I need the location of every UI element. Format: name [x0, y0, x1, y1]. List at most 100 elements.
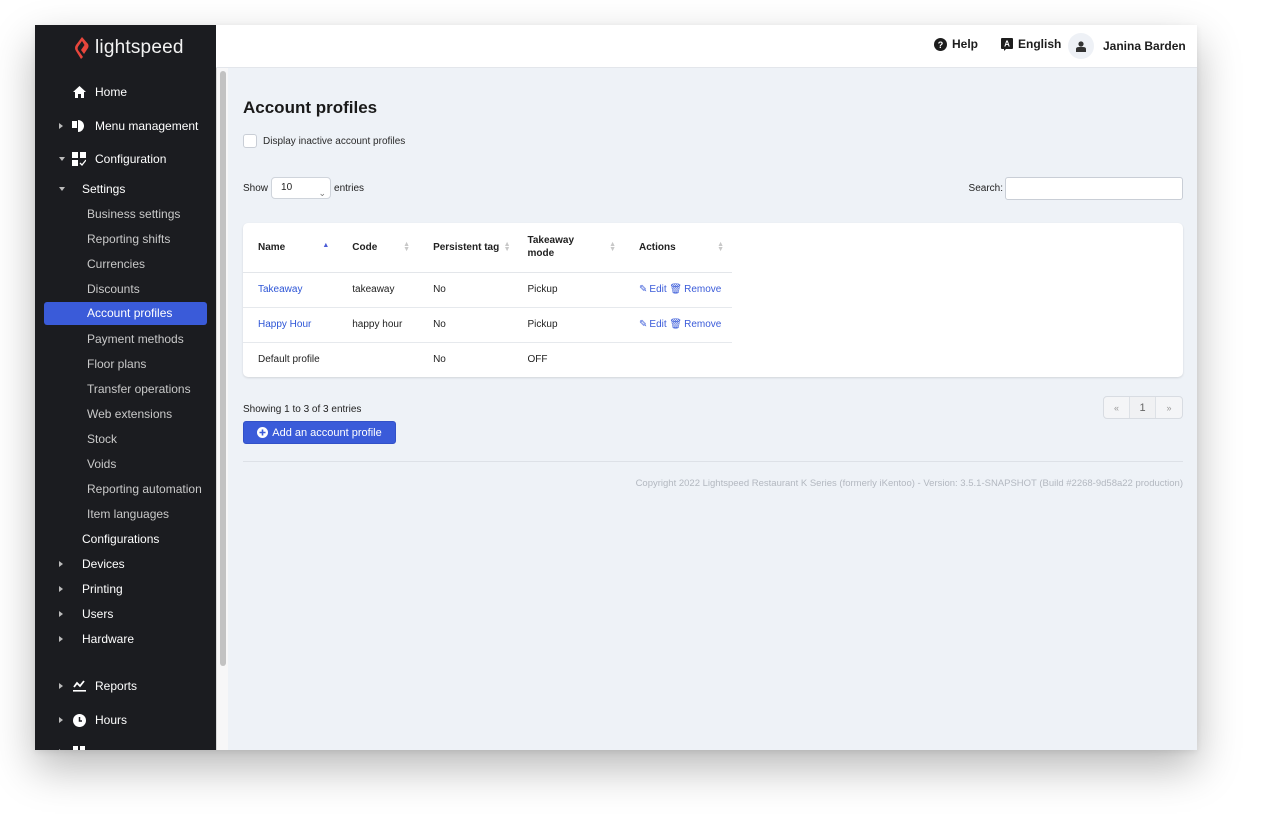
column-label: Code	[352, 241, 378, 253]
caret-right-icon	[59, 749, 63, 750]
sidebar-item-transfer-operations[interactable]: Transfer operations	[35, 379, 216, 399]
home-icon	[71, 84, 87, 100]
brand-logo[interactable]: lightspeed	[73, 35, 184, 61]
integrations-icon	[71, 744, 87, 750]
sidebar-item-partial[interactable]	[35, 742, 216, 750]
remove-button[interactable]: 🗑 Remove	[669, 284, 721, 295]
sidebar-item-floor-plans[interactable]: Floor plans	[35, 354, 216, 374]
pagination-prev-button[interactable]: «	[1104, 397, 1130, 418]
chevron-down-icon: ⌄	[318, 188, 327, 198]
avatar	[1068, 33, 1094, 59]
language-selector[interactable]: A English	[1001, 37, 1061, 51]
footer-divider	[243, 461, 1183, 462]
help-button[interactable]: ? Help	[934, 37, 978, 51]
column-label: Actions	[639, 241, 676, 253]
copyright-text: Copyright 2022 Lightspeed Restaurant K S…	[635, 478, 1183, 489]
display-inactive-checkbox[interactable]	[243, 134, 257, 148]
clock-icon	[71, 712, 87, 728]
sidebar-item-configuration[interactable]: Configuration	[35, 149, 216, 169]
reports-icon	[71, 678, 87, 694]
column-header-name[interactable]: Name ▲	[243, 223, 338, 273]
column-header-persistent-tag[interactable]: Persistent tag ▲ ▼	[418, 223, 513, 273]
profile-takeaway-mode: OFF	[527, 354, 548, 366]
edit-button[interactable]: ✎ Edit	[639, 284, 667, 295]
column-label: Takeaway mode	[527, 235, 575, 260]
sidebar-item-printing[interactable]: Printing	[35, 579, 216, 599]
lightspeed-flame-icon	[75, 37, 89, 59]
column-header-code[interactable]: Code ▲ ▼	[337, 223, 419, 273]
profile-takeaway-mode: Pickup	[512, 272, 625, 308]
sidebar-item-hardware[interactable]: Hardware	[35, 629, 216, 649]
sidebar-item-business-settings[interactable]: Business settings	[35, 204, 216, 224]
sidebar: lightspeed Home Menu management Configur…	[35, 25, 216, 750]
page-size-value: 10	[281, 182, 293, 193]
table-header-row: Name ▲ Code ▲ ▼ Persistent tag ▲ ▼ Takeaway m…	[243, 223, 732, 273]
profile-actions-empty	[624, 342, 732, 377]
caret-right-icon	[59, 683, 63, 689]
caret-right-icon	[59, 636, 63, 642]
sidebar-item-settings[interactable]: Settings	[35, 179, 216, 199]
sidebar-item-users[interactable]: Users	[35, 604, 216, 624]
profile-persistent-tag: No	[418, 307, 513, 343]
sidebar-item-payment-methods[interactable]: Payment methods	[35, 329, 216, 349]
sidebar-item-stock[interactable]: Stock	[35, 429, 216, 449]
sidebar-scrollbar[interactable]	[216, 68, 228, 750]
sidebar-item-item-languages[interactable]: Item languages	[35, 504, 216, 524]
svg-text:?: ?	[938, 40, 944, 50]
profile-name-link[interactable]: Takeaway	[258, 284, 302, 295]
top-bar: ? Help A English Janina Barden	[216, 25, 1197, 68]
profile-code: takeaway	[337, 272, 419, 308]
sidebar-item-reporting-shifts[interactable]: Reporting shifts	[35, 229, 216, 249]
sidebar-item-discounts[interactable]: Discounts	[35, 279, 216, 299]
caret-down-icon	[59, 157, 65, 161]
remove-button[interactable]: 🗑 Remove	[669, 319, 721, 330]
caret-right-icon	[59, 717, 63, 723]
pagination: « 1 »	[1103, 396, 1183, 419]
sidebar-item-web-extensions[interactable]: Web extensions	[35, 404, 216, 424]
svg-text:A: A	[1004, 39, 1010, 48]
user-icon	[1076, 40, 1086, 52]
brand-name: lightspeed	[95, 37, 184, 58]
page-size-select[interactable]: 10 ⌄	[271, 177, 332, 199]
search-input[interactable]	[1005, 177, 1183, 200]
sidebar-item-devices[interactable]: Devices	[35, 554, 216, 574]
sidebar-item-account-profiles[interactable]: Account profiles	[44, 302, 207, 325]
sidebar-item-currencies[interactable]: Currencies	[35, 254, 216, 274]
column-label: Name	[258, 241, 286, 253]
main-content: Account profiles Display inactive accoun…	[243, 68, 1183, 750]
pagination-page-1[interactable]: 1	[1130, 397, 1156, 418]
add-account-profile-button[interactable]: Add an account profile	[243, 421, 396, 444]
profile-code: happy hour	[337, 307, 419, 343]
edit-button[interactable]: ✎ Edit	[639, 319, 667, 330]
user-menu[interactable]: Janina Barden	[1068, 33, 1186, 59]
sort-icon: ▲ ▼	[717, 241, 724, 253]
sort-icon: ▲ ▼	[403, 241, 411, 253]
table-row: Takeaway takeaway No Pickup ✎ Edit 🗑 Remov…	[243, 272, 732, 308]
account-profiles-table-card: Name ▲ Code ▲ ▼ Persistent tag ▲ ▼ Takeaway m…	[243, 223, 1183, 377]
help-icon: ?	[934, 37, 947, 51]
column-header-actions[interactable]: Actions ▲ ▼	[624, 223, 732, 273]
display-inactive-toggle[interactable]: Display inactive account profiles	[243, 134, 405, 148]
sidebar-item-home[interactable]: Home	[35, 82, 216, 102]
sidebar-item-reports[interactable]: Reports	[35, 676, 216, 696]
entries-label: entries	[334, 182, 365, 194]
profile-name-link[interactable]: Happy Hour	[258, 319, 311, 330]
column-header-takeaway-mode[interactable]: Takeaway mode ▲ ▼	[512, 223, 625, 273]
trash-icon: 🗑	[669, 284, 683, 295]
remove-label: Remove	[684, 319, 722, 330]
sidebar-item-configurations[interactable]: Configurations	[35, 529, 216, 549]
sidebar-item-voids[interactable]: Voids	[35, 454, 216, 474]
profile-takeaway-mode: Pickup	[512, 307, 625, 343]
help-label: Help	[952, 37, 979, 51]
sidebar-scrollbar-thumb[interactable]	[220, 71, 226, 666]
sidebar-item-menu-management[interactable]: Menu management	[35, 116, 216, 136]
display-inactive-label: Display inactive account profiles	[263, 135, 406, 147]
app-window: lightspeed Home Menu management Configur…	[35, 25, 1197, 750]
add-button-label: Add an account profile	[272, 426, 382, 439]
sidebar-item-reporting-automation[interactable]: Reporting automation	[35, 479, 216, 499]
caret-right-icon	[59, 611, 63, 617]
sort-icon: ▲ ▼	[609, 241, 617, 253]
edit-icon: ✎	[639, 319, 648, 330]
sidebar-item-hours[interactable]: Hours	[35, 710, 216, 730]
pagination-next-button[interactable]: »	[1156, 397, 1182, 418]
